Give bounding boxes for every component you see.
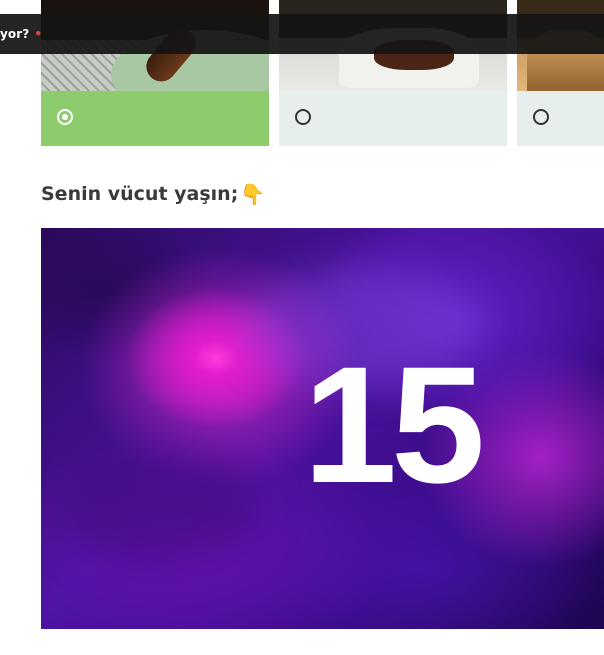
option-footer[interactable] (279, 91, 507, 146)
radio-selected-icon[interactable] (57, 109, 73, 125)
top-question-bar: yor? • (0, 14, 604, 54)
pointing-down-hand-icon: 👇 (240, 182, 266, 206)
notification-dot-icon: • (34, 27, 43, 41)
body-age-result-image: 15 (41, 228, 604, 629)
quiz-page: yor? • Senin vücut yaşın; 👇 15 (0, 0, 604, 655)
question-text: yor? (0, 27, 30, 41)
radio-unselected-icon[interactable] (533, 109, 549, 125)
result-heading: Senin vücut yaşın; 👇 (41, 183, 265, 205)
heading-text: Senin vücut yaşın; (41, 183, 239, 205)
radio-unselected-icon[interactable] (295, 109, 311, 125)
option-footer-selected[interactable] (41, 91, 269, 146)
option-footer[interactable] (517, 91, 604, 146)
body-age-number: 15 (303, 333, 485, 518)
